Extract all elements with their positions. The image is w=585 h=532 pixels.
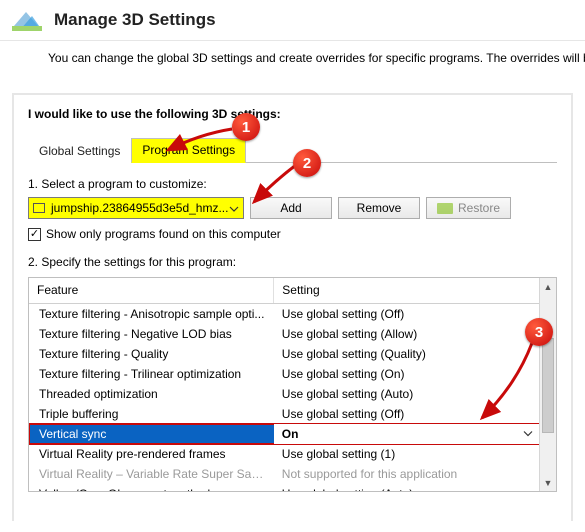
table-row[interactable]: Texture filtering - QualityUse global se… — [29, 344, 539, 364]
page-title: Manage 3D Settings — [54, 10, 216, 30]
nvidia-badge-icon — [437, 203, 453, 214]
callout-3: 3 — [525, 318, 553, 346]
table-row[interactable]: Texture filtering - Trilinear optimizati… — [29, 364, 539, 384]
vertical-scrollbar[interactable]: ▲ ▼ — [539, 278, 556, 491]
feature-cell: Texture filtering - Quality — [29, 344, 274, 364]
program-select[interactable]: jumpship.23864955d3e5d_hmz... — [28, 197, 244, 219]
settings-table-container: Feature Setting Texture filtering - Anis… — [28, 277, 557, 492]
specify-settings-label: 2. Specify the settings for this program… — [28, 255, 557, 269]
setting-cell[interactable]: Use global setting (Quality) — [274, 344, 539, 364]
program-icon — [33, 203, 45, 213]
program-select-value: jumpship.23864955d3e5d_hmz... — [51, 201, 228, 215]
feature-cell: Threaded optimization — [29, 384, 274, 404]
scroll-thumb[interactable] — [542, 338, 554, 433]
feature-cell: Vertical sync — [29, 424, 274, 444]
table-row[interactable]: Triple bufferingUse global setting (Off) — [29, 404, 539, 424]
setting-cell[interactable]: Use global setting (Off) — [274, 404, 539, 424]
table-row[interactable]: Virtual Reality pre-rendered framesUse g… — [29, 444, 539, 464]
page-description: You can change the global 3D settings an… — [0, 41, 585, 65]
settings-table: Feature Setting Texture filtering - Anis… — [29, 278, 539, 491]
feature-cell: Texture filtering - Anisotropic sample o… — [29, 304, 274, 325]
col-setting[interactable]: Setting — [274, 278, 539, 304]
select-program-label: 1. Select a program to customize: — [28, 177, 557, 191]
scroll-up-icon[interactable]: ▲ — [540, 278, 556, 295]
setting-cell[interactable]: Use global setting (Auto) — [274, 384, 539, 404]
show-only-found-label: Show only programs found on this compute… — [46, 227, 281, 241]
table-row[interactable]: Vulkan/OpenGL present methodUse global s… — [29, 484, 539, 491]
tab-program-settings[interactable]: Program Settings — [131, 138, 246, 163]
setting-cell[interactable]: Use global setting (On) — [274, 364, 539, 384]
chevron-down-icon — [523, 429, 533, 440]
app-icon — [10, 6, 44, 34]
table-row[interactable]: Vertical syncOn — [29, 424, 539, 444]
table-row[interactable]: Virtual Reality – Variable Rate Super Sa… — [29, 464, 539, 484]
feature-cell: Virtual Reality – Variable Rate Super Sa… — [29, 464, 274, 484]
setting-cell[interactable]: Not supported for this application — [274, 464, 539, 484]
feature-cell: Texture filtering - Negative LOD bias — [29, 324, 274, 344]
col-feature[interactable]: Feature — [29, 278, 274, 304]
restore-button[interactable]: Restore — [426, 197, 511, 219]
feature-cell: Triple buffering — [29, 404, 274, 424]
show-only-found-checkbox[interactable]: ✓ — [28, 228, 41, 241]
tab-global-settings[interactable]: Global Settings — [28, 139, 131, 163]
callout-1: 1 — [232, 113, 260, 141]
setting-cell[interactable]: Use global setting (Allow) — [274, 324, 539, 344]
add-button[interactable]: Add — [250, 197, 332, 219]
feature-cell: Virtual Reality pre-rendered frames — [29, 444, 274, 464]
setting-cell[interactable]: Use global setting (Off) — [274, 304, 539, 325]
feature-cell: Texture filtering - Trilinear optimizati… — [29, 364, 274, 384]
setting-cell[interactable]: Use global setting (1) — [274, 444, 539, 464]
remove-button[interactable]: Remove — [338, 197, 420, 219]
table-row[interactable]: Threaded optimizationUse global setting … — [29, 384, 539, 404]
setting-cell[interactable]: On — [274, 424, 539, 444]
table-row[interactable]: Texture filtering - Negative LOD biasUse… — [29, 324, 539, 344]
feature-cell: Vulkan/OpenGL present method — [29, 484, 274, 491]
chevron-down-icon — [229, 201, 239, 215]
settings-panel: I would like to use the following 3D set… — [12, 93, 573, 521]
table-row[interactable]: Texture filtering - Anisotropic sample o… — [29, 304, 539, 325]
setting-cell[interactable]: Use global setting (Auto) — [274, 484, 539, 491]
scroll-down-icon[interactable]: ▼ — [540, 474, 556, 491]
panel-heading: I would like to use the following 3D set… — [28, 107, 557, 121]
callout-2: 2 — [293, 149, 321, 177]
